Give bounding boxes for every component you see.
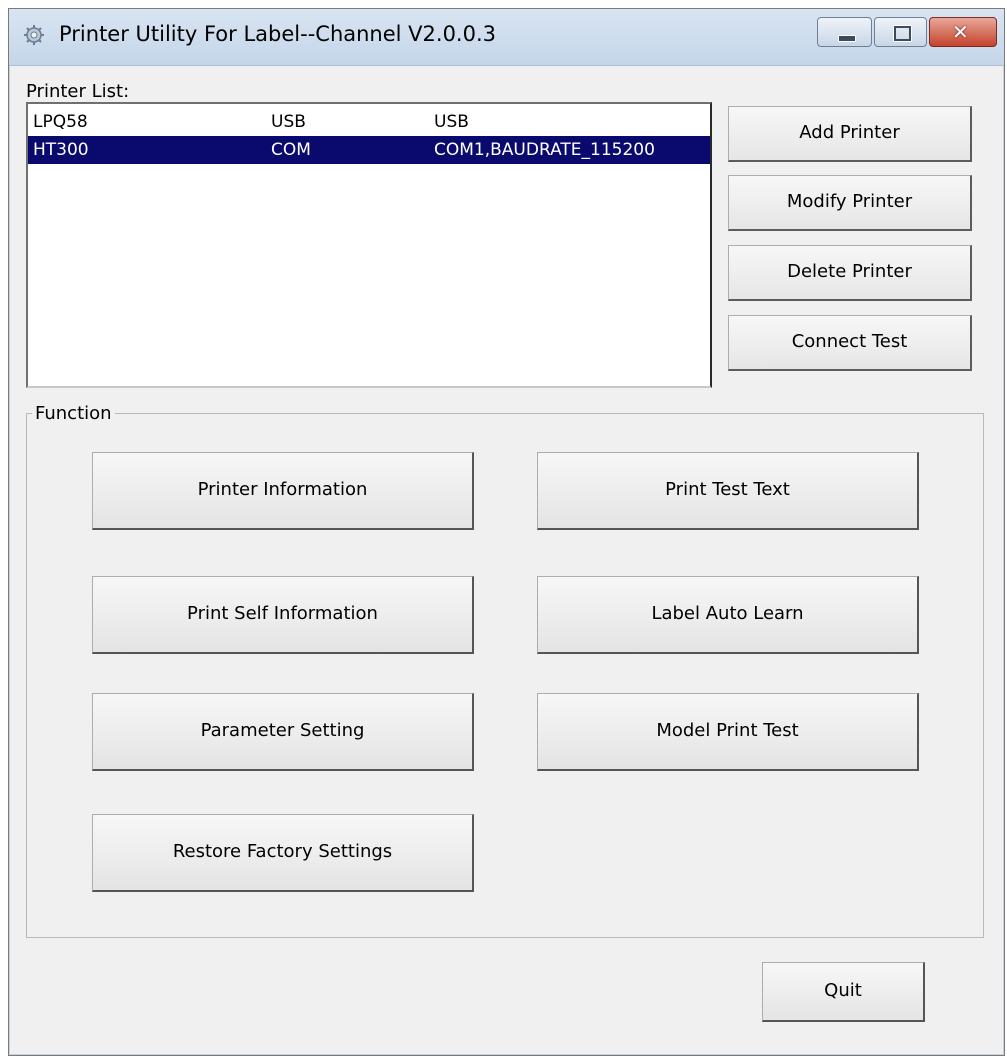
minimize-button[interactable] — [817, 17, 872, 47]
printer-name: HT300 — [33, 140, 89, 160]
maximize-icon — [894, 26, 911, 41]
connect-test-button[interactable]: Connect Test — [728, 315, 972, 371]
print-self-information-button[interactable]: Print Self Information — [92, 576, 474, 654]
maximize-button[interactable] — [874, 17, 927, 47]
printer-listbox[interactable]: LPQ58 USB USB HT300 COM COM1,BAUDRATE_11… — [26, 102, 712, 388]
title-bar[interactable]: Printer Utility For Label--Channel V2.0.… — [9, 9, 1004, 66]
modify-printer-button[interactable]: Modify Printer — [728, 175, 972, 231]
model-print-test-button[interactable]: Model Print Test — [537, 693, 919, 771]
restore-factory-settings-button[interactable]: Restore Factory Settings — [92, 814, 474, 892]
label-auto-learn-button[interactable]: Label Auto Learn — [537, 576, 919, 654]
printer-list-label: Printer List: — [26, 81, 130, 102]
printer-row-selected[interactable]: HT300 COM COM1,BAUDRATE_115200 — [28, 136, 710, 164]
delete-printer-button[interactable]: Delete Printer — [728, 245, 972, 301]
close-button[interactable]: ✕ — [929, 17, 997, 47]
quit-button[interactable]: Quit — [762, 962, 925, 1022]
printer-port: USB — [434, 112, 469, 132]
function-group-label: Function — [32, 403, 115, 424]
parameter-setting-button[interactable]: Parameter Setting — [92, 693, 474, 771]
minimize-icon — [838, 35, 856, 42]
printer-name: LPQ58 — [33, 112, 88, 132]
close-icon: ✕ — [952, 20, 969, 44]
printer-type: COM — [271, 140, 311, 160]
window-title: Printer Utility For Label--Channel V2.0.… — [59, 22, 497, 46]
print-test-text-button[interactable]: Print Test Text — [537, 452, 919, 530]
printer-information-button[interactable]: Printer Information — [92, 452, 474, 530]
gear-icon — [24, 25, 44, 45]
printer-port: COM1,BAUDRATE_115200 — [434, 140, 655, 160]
printer-row[interactable]: LPQ58 USB USB — [28, 108, 710, 136]
printer-type: USB — [271, 112, 306, 132]
add-printer-button[interactable]: Add Printer — [728, 106, 972, 162]
